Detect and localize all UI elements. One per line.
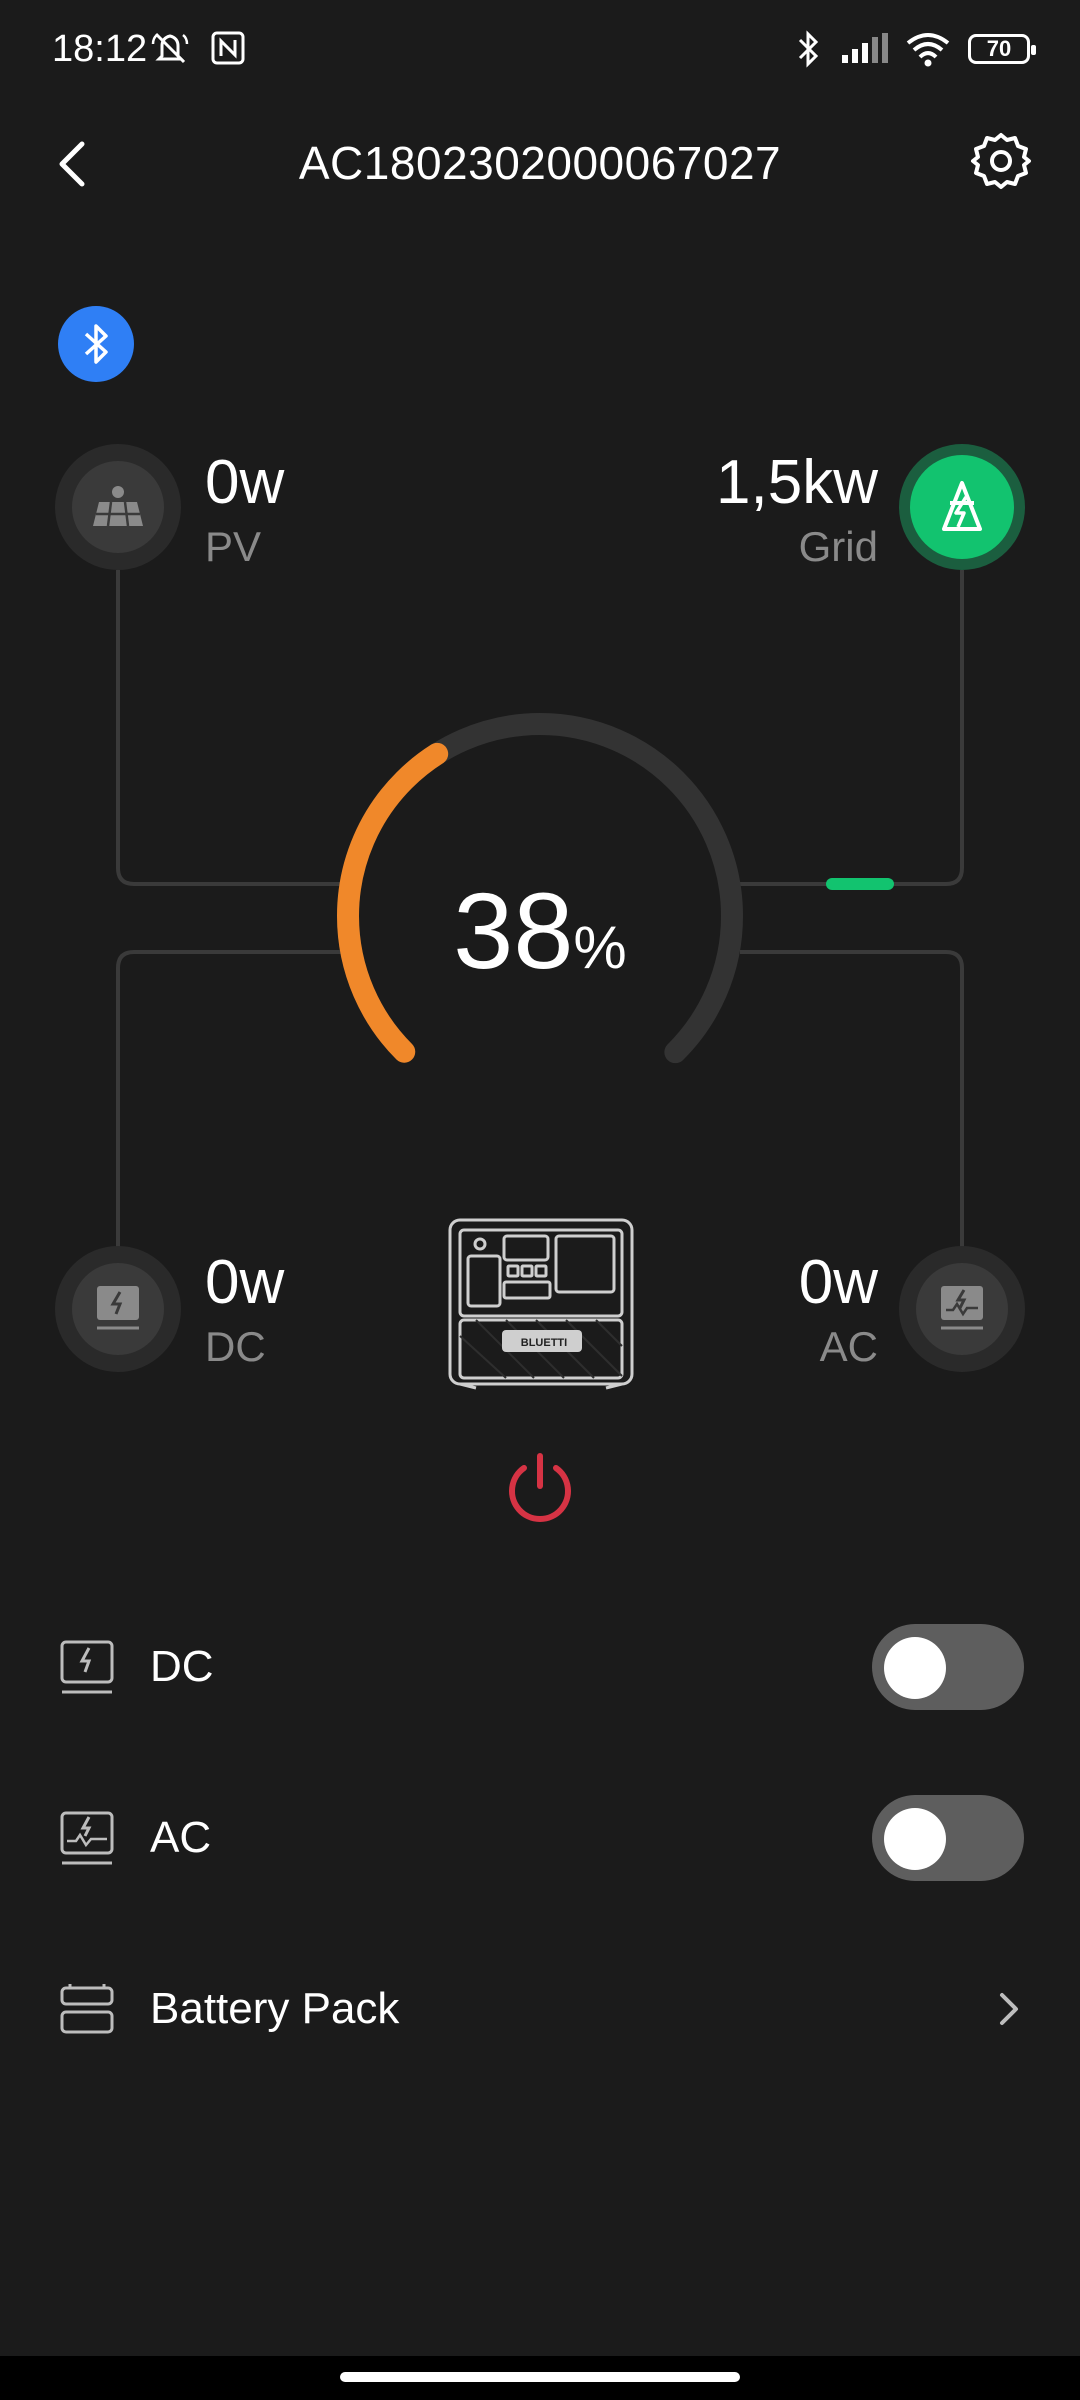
ac-readout: 0w AC: [799, 1252, 878, 1368]
toggle-knob: [884, 1637, 946, 1699]
solar-panel-icon: [93, 486, 143, 527]
ac-toggle[interactable]: [872, 1795, 1024, 1881]
battery-percent-value: 38: [453, 870, 574, 991]
toggle-knob: [884, 1808, 946, 1870]
ac-label: AC: [819, 1323, 878, 1370]
ac-value: 0w: [798, 1248, 878, 1317]
battery-pack-label: Battery Pack: [150, 1984, 400, 2033]
dc-control-label: DC: [150, 1642, 214, 1691]
pv-label: PV: [205, 523, 262, 570]
dc-label: DC: [205, 1323, 266, 1370]
power-button[interactable]: [500, 1448, 580, 1528]
grid-label: Grid: [798, 523, 878, 570]
ac-output-icon: [941, 1286, 983, 1330]
pv-value: 0w: [205, 448, 285, 517]
control-row-battery-pack[interactable]: Battery Pack: [0, 1964, 1080, 2054]
pv-readout: 0w PV: [205, 452, 284, 568]
dc-output-icon: [97, 1286, 139, 1330]
control-row-dc: DC: [0, 1622, 1080, 1712]
pv-node: [55, 444, 181, 570]
grid-node: [899, 444, 1025, 570]
dc-value: 0w: [205, 1248, 285, 1317]
grid-readout: 1,5kw Grid: [716, 452, 878, 568]
grid-value: 1,5kw: [716, 448, 878, 517]
dc-node: [55, 1246, 181, 1372]
dc-output-icon: [60, 1640, 114, 1694]
percent-sign: %: [573, 914, 627, 981]
dc-readout: 0w DC: [205, 1252, 284, 1368]
ac-output-icon: [60, 1811, 114, 1865]
ac-node: [899, 1246, 1025, 1372]
chevron-right-icon[interactable]: [994, 1989, 1024, 2029]
dc-toggle[interactable]: [872, 1624, 1024, 1710]
grid-tower-icon: [942, 481, 982, 531]
device-brand: BLUETTI: [521, 1337, 567, 1349]
control-row-ac: AC: [0, 1793, 1080, 1883]
battery-percentage: 38%: [0, 868, 1080, 993]
home-indicator[interactable]: [340, 2372, 740, 2382]
battery-pack-icon: [60, 1984, 114, 2034]
ac-control-label: AC: [150, 1813, 212, 1862]
power-station-icon: BLUETTI: [448, 1218, 634, 1390]
